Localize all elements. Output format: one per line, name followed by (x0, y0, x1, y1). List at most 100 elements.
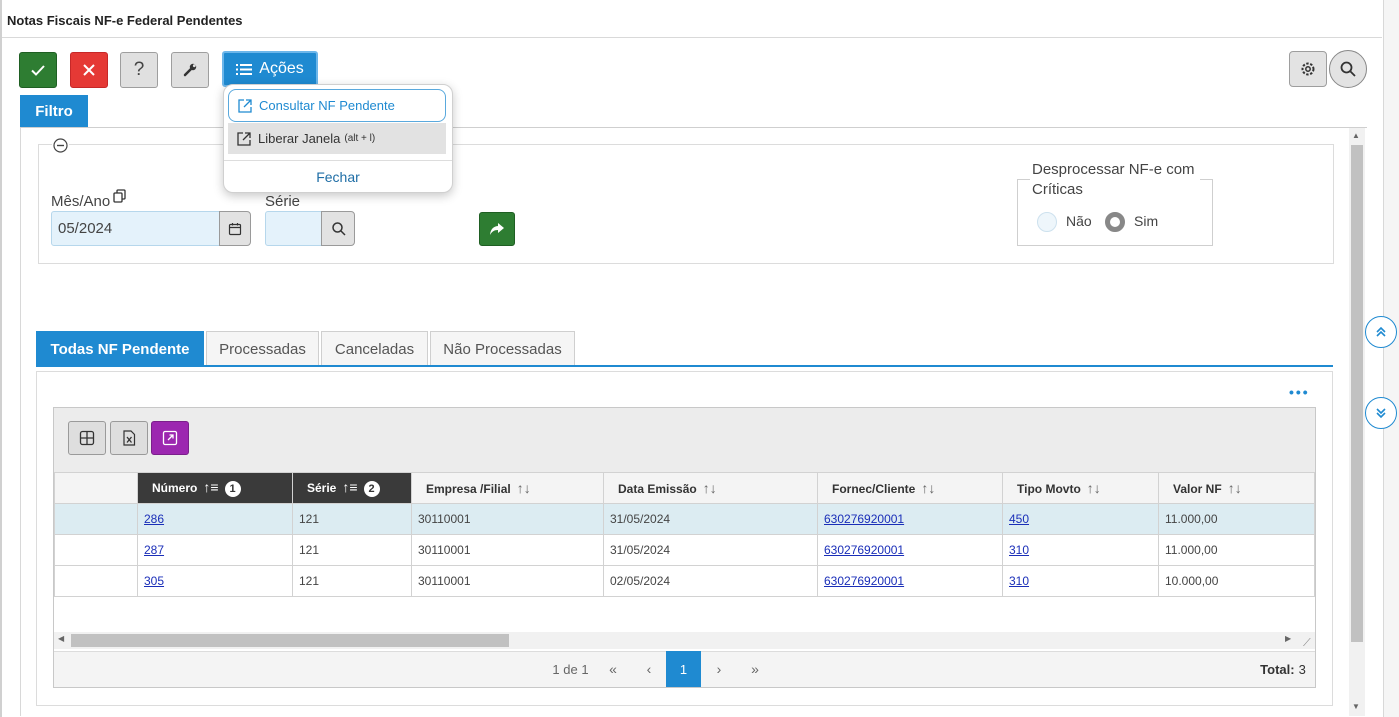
page-info: 1 de 1 (552, 661, 589, 677)
column-header-label: Empresa /Filial (426, 482, 511, 496)
scroll-bottom-button[interactable] (1365, 397, 1397, 429)
tipo-link[interactable]: 310 (1009, 574, 1029, 588)
tipo-link[interactable]: 450 (1009, 512, 1029, 526)
tab-processadas[interactable]: Processadas (206, 331, 319, 366)
search-icon (1340, 61, 1356, 77)
numero-link[interactable]: 286 (144, 512, 164, 526)
serie-lookup-button[interactable] (321, 211, 355, 246)
fornec-link[interactable]: 630276920001 (824, 574, 904, 588)
numero-link[interactable]: 305 (144, 574, 164, 588)
filtro-tab[interactable]: Filtro (20, 95, 88, 127)
column-header-empresa[interactable]: Empresa /Filial ↑↓ (411, 472, 604, 504)
column-header-serie[interactable]: Série ↑≡ 2 (292, 472, 412, 504)
serie-input[interactable] (265, 211, 323, 246)
double-chevron-down-icon (1376, 408, 1386, 419)
numero-link[interactable]: 287 (144, 543, 164, 557)
window-right-edge (1383, 0, 1399, 717)
gear-icon (1301, 62, 1315, 76)
horizontal-scroll-thumb[interactable] (71, 634, 509, 647)
acoes-button[interactable]: Ações (222, 51, 318, 87)
row-selector[interactable] (54, 534, 138, 566)
scroll-left-arrow-icon[interactable]: ◀ (58, 634, 64, 643)
global-search-button[interactable] (1329, 50, 1367, 88)
tab-canceladas[interactable]: Canceladas (321, 331, 428, 366)
total-count: Total: 3 (1258, 651, 1308, 687)
collapse-button[interactable] (52, 137, 69, 154)
column-header-label: Fornec/Cliente (832, 482, 916, 496)
scroll-right-arrow-icon[interactable]: ▶ (1285, 634, 1291, 643)
window-title: Notas Fiscais NF-e Federal Pendentes (7, 13, 243, 28)
column-header-label: Valor NF (1173, 482, 1222, 496)
cell-fornec[interactable]: 630276920001 (817, 503, 1003, 535)
cell-numero[interactable]: 305 (137, 565, 293, 597)
prev-page-button[interactable]: ‹ (634, 651, 664, 687)
column-header-data-emissao[interactable]: Data Emissão ↑↓ (603, 472, 818, 504)
cell-fornec[interactable]: 630276920001 (817, 534, 1003, 566)
acoes-label: Ações (259, 60, 304, 77)
table-row[interactable]: 287 121 30110001 31/05/2024 630276920001… (54, 534, 1315, 566)
expand-grid-button[interactable] (151, 421, 189, 455)
search-icon (331, 222, 346, 236)
sort-icon: ↑↓ (702, 480, 717, 496)
calendar-button[interactable] (219, 211, 251, 246)
column-header-label: Data Emissão (618, 482, 697, 496)
radio-sim-label: Sim (1134, 213, 1159, 229)
menu-item-shortcut: (alt + l) (344, 133, 376, 144)
apply-filter-button[interactable] (479, 212, 515, 246)
vertical-scroll-thumb[interactable] (1351, 145, 1363, 642)
next-page-button[interactable]: › (704, 651, 734, 687)
menu-close-button[interactable]: Fechar (223, 166, 453, 188)
export-excel-button[interactable] (110, 421, 148, 455)
cancel-button[interactable] (70, 52, 108, 88)
menu-item-liberar-janela[interactable]: Liberar Janela (alt + l) (228, 123, 446, 154)
tab-todas-nf-pendente[interactable]: Todas NF Pendente (36, 331, 204, 366)
table-row[interactable]: 305 121 30110001 02/05/2024 630276920001… (54, 565, 1315, 597)
more-options-icon[interactable]: ••• (1289, 384, 1310, 400)
menu-item-consultar-nf[interactable]: Consultar NF Pendente (228, 89, 446, 122)
cell-numero[interactable]: 287 (137, 534, 293, 566)
table-row[interactable]: 286 121 30110001 31/05/2024 630276920001… (54, 503, 1315, 535)
close-icon (83, 64, 95, 76)
resize-grip-icon[interactable]: ⟋ (1303, 637, 1311, 650)
sort-icon: ↑↓ (921, 480, 936, 496)
copy-icon[interactable] (113, 189, 126, 208)
grid-columns-button[interactable] (68, 421, 106, 455)
tab-nao-processadas[interactable]: Não Processadas (430, 331, 575, 366)
cell-tipo[interactable]: 310 (1002, 565, 1159, 597)
first-page-button[interactable]: « (598, 651, 628, 687)
column-header-fornec-cliente[interactable]: Fornec/Cliente ↑↓ (817, 472, 1003, 504)
column-header-valor-nf[interactable]: Valor NF ↑↓ (1158, 472, 1315, 504)
settings-button[interactable] (1289, 51, 1327, 87)
radio-nao[interactable] (1037, 212, 1057, 232)
calendar-icon (228, 222, 242, 235)
grid-layout-icon (79, 430, 95, 446)
fornec-link[interactable]: 630276920001 (824, 512, 904, 526)
row-selector[interactable] (54, 503, 138, 535)
column-header-tipo-movto[interactable]: Tipo Movto ↑↓ (1002, 472, 1159, 504)
help-button[interactable]: ? (120, 52, 158, 88)
last-page-button[interactable]: » (740, 651, 770, 687)
menu-item-label: Liberar Janela (258, 131, 341, 146)
external-link-icon (238, 98, 252, 113)
scroll-top-button[interactable] (1365, 316, 1397, 348)
cell-numero[interactable]: 286 (137, 503, 293, 535)
total-value: 3 (1298, 661, 1306, 677)
cell-serie: 121 (292, 503, 412, 535)
menu-divider (224, 160, 452, 161)
expand-icon (162, 430, 178, 446)
cell-fornec[interactable]: 630276920001 (817, 565, 1003, 597)
current-page-button[interactable]: 1 (666, 651, 701, 687)
cell-tipo[interactable]: 450 (1002, 503, 1159, 535)
fornec-link[interactable]: 630276920001 (824, 543, 904, 557)
radio-sim[interactable] (1105, 212, 1125, 232)
tools-button[interactable] (171, 52, 209, 88)
scroll-down-arrow-icon[interactable]: ▼ (1352, 702, 1360, 711)
tipo-link[interactable]: 310 (1009, 543, 1029, 557)
column-header-numero[interactable]: Número ↑≡ 1 (137, 472, 293, 504)
confirm-button[interactable] (19, 52, 57, 88)
row-selector[interactable] (54, 565, 138, 597)
double-chevron-up-icon (1376, 326, 1386, 337)
mes-ano-input[interactable]: 05/2024 (51, 211, 221, 246)
scroll-up-arrow-icon[interactable]: ▲ (1352, 131, 1360, 140)
cell-tipo[interactable]: 310 (1002, 534, 1159, 566)
